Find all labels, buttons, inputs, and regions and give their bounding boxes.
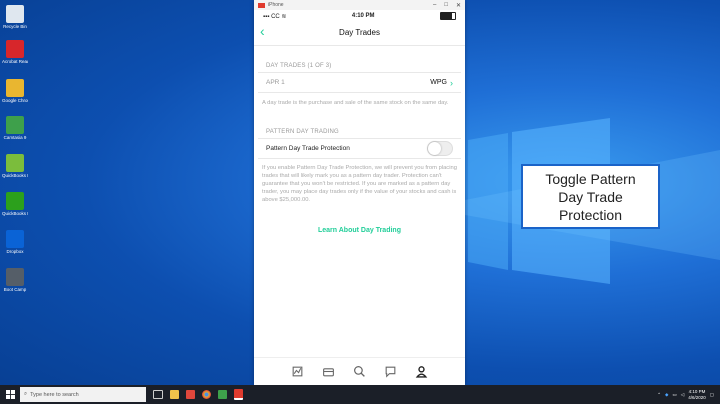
carrier-label: CC xyxy=(271,13,280,20)
quickbooks-icon xyxy=(6,192,24,210)
desktop-icon[interactable]: Recycle Bin xyxy=(2,5,28,29)
clock-date: 4/6/2020 xyxy=(688,394,706,400)
iphone-window: iPhone – □ ✕ ▪▪▪ CC ≋ 4:10 PM ‹ Day Trad… xyxy=(254,0,465,385)
quickbooks-file-icon xyxy=(6,154,24,172)
desktop-icon-label: Dropbox xyxy=(6,249,24,254)
chrome-icon xyxy=(6,79,24,97)
status-time: 4:10 PM xyxy=(351,13,375,19)
camtasia-icon[interactable] xyxy=(218,390,227,399)
day-trades-header: DAY TRADES (1 OF 3) xyxy=(266,63,332,69)
desktop-icon[interactable]: QuickBooks File Manager xyxy=(2,154,28,178)
learn-day-trading-link[interactable]: Learn About Day Trading xyxy=(254,227,465,234)
volume-icon[interactable]: ◁ xyxy=(681,392,684,398)
clock[interactable]: 4:10 PM 4/6/2020 xyxy=(688,389,706,401)
pdt-description: If you enable Pattern Day Trade Protecti… xyxy=(262,165,457,203)
close-icon[interactable]: ✕ xyxy=(456,2,461,9)
recycle-bin-icon xyxy=(6,5,24,23)
task-view-icon[interactable] xyxy=(153,390,163,399)
desktop-icon[interactable]: Boot Camp xyxy=(2,268,28,292)
desktop-icon[interactable]: QuickBooks Premier xyxy=(2,192,28,216)
chevron-left-icon[interactable]: ‹ xyxy=(260,23,265,39)
desktop-icon-label: QuickBooks File Manager xyxy=(2,173,28,178)
instruction-callout: Toggle Pattern Day Trade Protection xyxy=(521,164,660,229)
tab-bar xyxy=(254,357,465,385)
taskbar: ⌕ Type here to search ⌃ ◆ ▭ ◁ 4:10 PM 4/… xyxy=(0,385,720,404)
status-bar: ▪▪▪ CC ≋ 4:10 PM xyxy=(254,10,465,22)
search-icon: ⌕ xyxy=(24,391,28,397)
calendar-icon[interactable] xyxy=(186,390,195,399)
desktop-icon-label: QuickBooks Premier xyxy=(2,211,28,216)
trade-date: APR 1 xyxy=(266,79,285,86)
pdt-toggle[interactable] xyxy=(427,141,453,156)
desktop-icon-label: Google Chrome xyxy=(2,98,28,103)
acrobat-icon xyxy=(6,40,24,58)
clock-time: 4:10 PM xyxy=(688,388,706,394)
minimize-icon[interactable]: – xyxy=(433,2,436,9)
pdt-header: PATTERN DAY TRADING xyxy=(266,129,339,135)
page-title: Day Trades xyxy=(339,27,380,37)
file-explorer-icon[interactable] xyxy=(170,390,179,399)
day-trade-definition: A day trade is the purchase and sale of … xyxy=(262,100,449,106)
taskbar-search-placeholder: Type here to search xyxy=(30,391,79,398)
system-tray: ⌃ ◆ ▭ ◁ 4:10 PM 4/6/2020 ▢ xyxy=(657,389,720,401)
maximize-icon[interactable]: □ xyxy=(444,2,448,9)
callout-text: Toggle Pattern Day Trade Protection xyxy=(545,170,636,223)
account-icon[interactable] xyxy=(415,365,428,378)
day-trade-row[interactable]: APR 1 WPG › xyxy=(258,73,461,92)
chevron-up-icon[interactable]: ⌃ xyxy=(657,392,661,398)
app-icon xyxy=(258,2,265,8)
chrome-icon[interactable] xyxy=(202,390,211,399)
desktop-icon-label: Acrobat Reader DC xyxy=(2,59,28,64)
wifi-icon: ≋ xyxy=(281,13,287,20)
desktop-icon-label: Recycle Bin xyxy=(3,24,27,29)
dropbox-icon xyxy=(6,230,24,248)
briefcase-icon[interactable] xyxy=(322,365,335,378)
window-titlebar: iPhone – □ ✕ xyxy=(254,0,465,10)
toggle-knob xyxy=(428,142,441,155)
taskbar-search[interactable]: ⌕ Type here to search xyxy=(20,387,146,402)
desktop-icon[interactable]: Camtasia 9 xyxy=(2,116,28,140)
desktop-icon[interactable]: Google Chrome xyxy=(2,79,28,103)
desktop-icon-label: Boot Camp xyxy=(3,287,27,292)
portfolio-icon[interactable] xyxy=(291,365,304,378)
pdt-toggle-label: Pattern Day Trade Protection xyxy=(266,145,350,152)
battery-icon xyxy=(440,12,456,20)
trade-symbol: WPG xyxy=(430,79,447,86)
desktop-icon[interactable]: Dropbox xyxy=(2,230,28,254)
drive-icon xyxy=(6,268,24,286)
window-title: iPhone xyxy=(268,2,284,8)
desktop-icon-label: Camtasia 9 xyxy=(3,135,27,140)
windows-start-icon[interactable] xyxy=(0,385,20,404)
pdt-toggle-row: Pattern Day Trade Protection xyxy=(258,139,461,158)
network-icon[interactable]: ▭ xyxy=(672,392,676,398)
search-icon[interactable] xyxy=(353,365,366,378)
signal-icon: ▪▪▪ xyxy=(263,13,270,20)
desktop-icon[interactable]: Acrobat Reader DC xyxy=(2,40,28,64)
iphone-app-icon[interactable] xyxy=(234,389,243,400)
chat-icon[interactable] xyxy=(384,365,397,378)
dropbox-icon[interactable]: ◆ xyxy=(665,392,668,398)
camtasia-icon xyxy=(6,116,24,134)
nav-bar: ‹ Day Trades xyxy=(254,22,465,42)
chevron-right-icon: › xyxy=(450,77,453,88)
notification-icon[interactable]: ▢ xyxy=(710,392,714,398)
